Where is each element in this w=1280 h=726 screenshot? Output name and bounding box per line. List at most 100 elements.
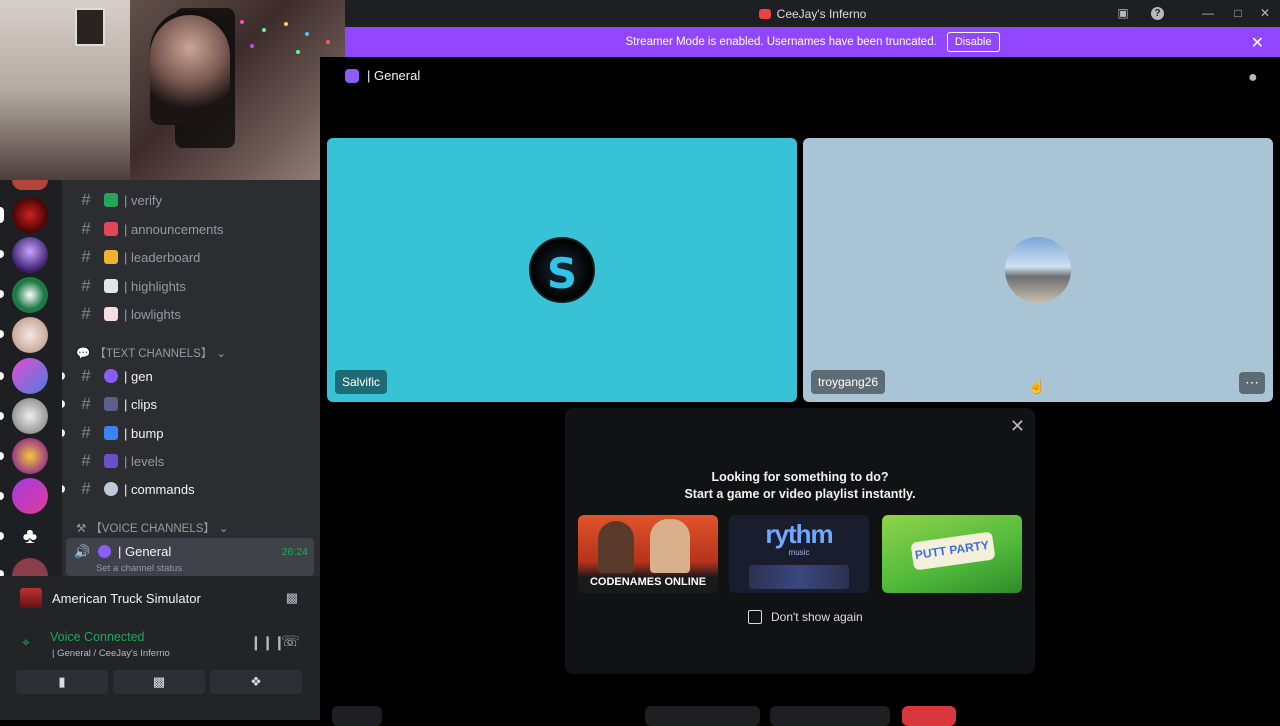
- maximize-icon[interactable]: □: [1230, 5, 1246, 21]
- participant-name: troygang26: [811, 370, 886, 394]
- activities-icon: ❖: [250, 674, 262, 689]
- film-emoji-icon: [104, 397, 118, 411]
- disconnect-icon[interactable]: ☏: [281, 632, 300, 650]
- activity-card-rythm[interactable]: rythm music: [729, 515, 869, 593]
- screen-share-icon: ▩: [152, 674, 166, 689]
- screen-share-icon[interactable]: ▩: [286, 590, 298, 606]
- hash-icon: #: [81, 366, 91, 385]
- hash-icon: #: [81, 394, 91, 413]
- server-icon[interactable]: [12, 438, 48, 474]
- channel-levels[interactable]: # | levels: [70, 448, 310, 474]
- server-icon-ceejay[interactable]: [12, 197, 48, 233]
- channel-lowlights[interactable]: # | lowlights: [70, 301, 310, 327]
- webcam-overlay: [0, 0, 345, 180]
- activity-subheading: Start a game or video playlist instantly…: [684, 487, 916, 501]
- camera-control-button[interactable]: [770, 706, 890, 726]
- participant-name: Salvific: [335, 370, 388, 394]
- camera-off-icon: ▮: [58, 674, 66, 689]
- inbox-icon[interactable]: ▣: [1115, 5, 1131, 21]
- minimize-icon[interactable]: —: [1200, 5, 1216, 21]
- close-icon[interactable]: ✕: [1010, 416, 1025, 437]
- server-logo-icon: [758, 8, 771, 19]
- check-emoji-icon: [104, 193, 118, 207]
- activities-button[interactable]: ❖: [210, 670, 302, 694]
- truck-game-icon: [20, 588, 42, 608]
- hash-icon: #: [81, 304, 91, 323]
- channel-commands[interactable]: # | commands: [62, 476, 310, 502]
- robot-emoji-icon: [104, 482, 118, 496]
- hash-icon: #: [81, 423, 91, 442]
- channel-list: # | verify # | announcements # | leaderb…: [62, 180, 320, 576]
- hash-icon: #: [81, 276, 91, 295]
- channel-highlights[interactable]: # | highlights: [70, 273, 310, 299]
- voice-location[interactable]: | General / CeeJay's Inferno: [52, 648, 170, 659]
- emoji-icon: [104, 369, 118, 383]
- help-icon[interactable]: ?: [1151, 7, 1164, 20]
- server-icon[interactable]: [12, 478, 48, 514]
- chevron-down-icon: ⌄: [216, 348, 226, 360]
- dont-show-again[interactable]: Don't show again: [748, 610, 863, 624]
- activity-card-codenames[interactable]: CODENAMES ONLINE: [578, 515, 718, 593]
- voice-connected-label[interactable]: Voice Connected: [50, 630, 145, 644]
- server-icon[interactable]: [12, 180, 48, 190]
- channel-leaderboard[interactable]: # | leaderboard: [70, 244, 310, 270]
- cursor-icon: ☝: [1028, 378, 1046, 394]
- title-bar: CeeJay's Inferno ▣ ? — □ ✕: [345, 0, 1280, 27]
- channel-gen[interactable]: # | gen: [62, 363, 310, 389]
- voice-header: | General: [345, 68, 420, 83]
- category-voice-channels[interactable]: ⚒ 【VOICE CHANNELS】 ⌄: [76, 520, 229, 536]
- banner-close-icon[interactable]: ✕: [1251, 33, 1264, 53]
- chart-down-emoji-icon: [104, 307, 118, 321]
- channel-announcements[interactable]: # | announcements: [70, 216, 310, 242]
- voice-channel-general[interactable]: 🔊 | General 26:24 Set a channel status: [66, 538, 314, 576]
- disable-button[interactable]: Disable: [946, 32, 1000, 52]
- channel-verify[interactable]: # | verify: [70, 187, 310, 213]
- megaphone-emoji-icon: [104, 222, 118, 236]
- hash-icon: #: [81, 247, 91, 266]
- chart-up-emoji-icon: [104, 279, 118, 293]
- speaker-icon: 🔊: [74, 544, 91, 559]
- server-icon[interactable]: [12, 358, 48, 394]
- voice-header-title: | General: [367, 68, 421, 83]
- server-icon[interactable]: [12, 398, 48, 434]
- server-icon[interactable]: [12, 317, 48, 353]
- speech-bubble-icon: 💬: [76, 348, 91, 360]
- close-window-icon[interactable]: ✕: [1257, 5, 1273, 21]
- server-icon[interactable]: [12, 237, 48, 273]
- emoji-icon: [345, 68, 359, 83]
- chat-icon[interactable]: ●: [1248, 69, 1258, 87]
- share-screen-button[interactable]: ▩: [113, 670, 205, 694]
- trophy-emoji-icon: [104, 250, 118, 264]
- avatar: [1005, 237, 1071, 303]
- participant-tile[interactable]: troygang26 ⋯: [803, 138, 1273, 402]
- participant-tile[interactable]: S Salvific: [327, 138, 797, 402]
- banner-text: Streamer Mode is enabled. Usernames have…: [625, 36, 937, 48]
- activity-launcher: ✕ Looking for something to do? Start a g…: [565, 408, 1035, 674]
- control-button[interactable]: [332, 706, 382, 726]
- disconnect-button[interactable]: [902, 706, 956, 726]
- mic-control-button[interactable]: [645, 706, 760, 726]
- channel-clips[interactable]: # | clips: [62, 391, 310, 417]
- emoji-icon: [98, 545, 111, 558]
- voice-timer: 26:24: [281, 546, 308, 558]
- camera-off-button[interactable]: ▮: [16, 670, 108, 694]
- server-icon[interactable]: [12, 277, 48, 313]
- hammer-icon: ⚒: [76, 523, 87, 535]
- dont-show-checkbox[interactable]: [748, 610, 762, 624]
- up-emoji-icon: [104, 426, 118, 440]
- top-emoji-icon: [104, 454, 118, 468]
- more-options-icon[interactable]: ⋯: [1239, 372, 1265, 394]
- activity-card-putt-party[interactable]: PUTT PARTY: [882, 515, 1022, 593]
- category-text-channels[interactable]: 💬 【TEXT CHANNELS】 ⌄: [76, 345, 226, 361]
- channel-status-prompt[interactable]: Set a channel status: [96, 563, 182, 574]
- streamer-mode-banner: Streamer Mode is enabled. Usernames have…: [345, 27, 1280, 57]
- server-icon[interactable]: ♣: [12, 518, 48, 554]
- signal-icon[interactable]: ⌖: [22, 634, 30, 651]
- channel-bump[interactable]: # | bump: [62, 420, 310, 446]
- user-panel: American Truck Simulator ▩ ⌖ Voice Conne…: [0, 576, 320, 720]
- activity-heading: Looking for something to do?: [711, 470, 889, 484]
- noise-suppression-icon[interactable]: ❙❙❙: [250, 634, 285, 651]
- server-icon[interactable]: [12, 558, 48, 576]
- hash-icon: #: [81, 479, 91, 498]
- hash-icon: #: [81, 451, 91, 470]
